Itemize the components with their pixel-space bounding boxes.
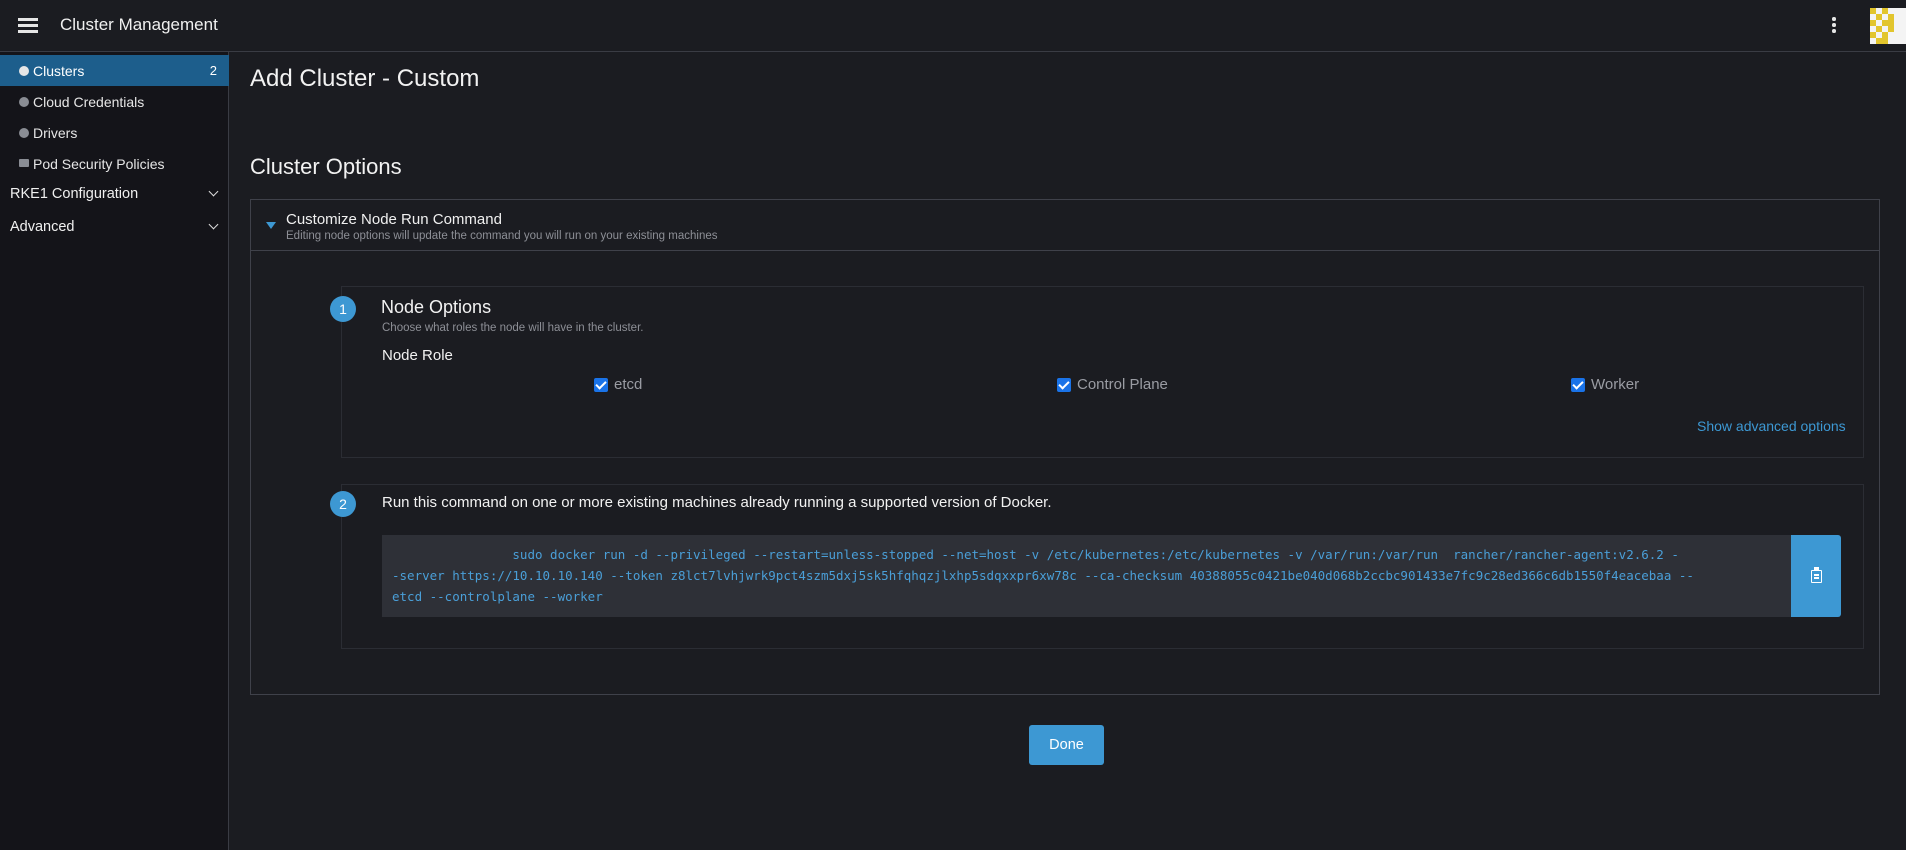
- checkbox-label: Worker: [1591, 376, 1640, 393]
- sidebar-item-label: Pod Security Policies: [33, 155, 165, 172]
- globe-icon: [19, 127, 29, 138]
- section-title: Cluster Options: [250, 154, 402, 179]
- caret-down-icon: [266, 222, 276, 229]
- clipboard-icon: [1811, 567, 1822, 583]
- checkbox-checked-icon[interactable]: [1571, 377, 1585, 392]
- sidebar-item-label: Drivers: [33, 124, 78, 141]
- customize-node-run-command-panel: Customize Node Run Command Editing node …: [250, 199, 1880, 695]
- node-options-subtitle: Choose what roles the node will have in …: [382, 322, 644, 334]
- page-title: Add Cluster - Custom: [250, 65, 480, 92]
- checkbox-checked-icon[interactable]: [1057, 377, 1071, 392]
- accordion-subtitle: Editing node options will update the com…: [286, 230, 718, 242]
- etcd-checkbox[interactable]: etcd: [594, 376, 642, 393]
- folder-icon: [19, 158, 29, 167]
- show-advanced-options-link[interactable]: Show advanced options: [1697, 418, 1846, 434]
- sidebar-item-clusters[interactable]: Clusters 2: [0, 55, 229, 86]
- checkbox-label: Control Plane: [1077, 376, 1168, 393]
- sidebar-group-label: RKE1 Configuration: [10, 186, 139, 202]
- sidebar-item-drivers[interactable]: Drivers: [0, 117, 229, 148]
- app-title: Cluster Management: [60, 15, 218, 34]
- chevron-down-icon: [208, 186, 219, 197]
- globe-icon: [19, 96, 29, 107]
- globe-icon: [19, 65, 29, 76]
- node-options-title: Node Options: [381, 297, 492, 317]
- run-command-instructions: Run this command on one or more existing…: [382, 494, 1052, 511]
- done-button[interactable]: Done: [1029, 725, 1104, 765]
- chevron-down-icon: [208, 219, 219, 230]
- command-line: sudo docker run -d --privileged --restar…: [392, 547, 1679, 562]
- checkbox-label: etcd: [614, 376, 643, 393]
- sidebar-group-rke1-configuration[interactable]: RKE1 Configuration: [0, 178, 229, 210]
- clusters-count-badge: 2: [209, 63, 217, 78]
- command-line: etcd --controlplane --worker: [392, 589, 603, 604]
- checkbox-checked-icon[interactable]: [594, 377, 608, 392]
- accordion-title: Customize Node Run Command: [286, 211, 502, 228]
- avatar[interactable]: [1870, 8, 1906, 44]
- command-code-block[interactable]: sudo docker run -d --privileged --restar…: [382, 535, 1791, 617]
- sidebar-group-advanced[interactable]: Advanced: [0, 211, 229, 243]
- sidebar-item-cloud-credentials[interactable]: Cloud Credentials: [0, 86, 229, 117]
- kebab-menu-icon[interactable]: [1828, 14, 1840, 36]
- step-number-badge: 2: [330, 491, 356, 517]
- accordion-header[interactable]: Customize Node Run Command Editing node …: [251, 200, 1879, 251]
- sidebar-item-label: Cloud Credentials: [33, 93, 145, 110]
- node-role-label: Node Role: [382, 347, 453, 364]
- sidebar-item-label: Clusters: [33, 62, 85, 79]
- command-line: -server https://10.10.10.140 --token z8l…: [392, 568, 1694, 583]
- sidebar-item-pod-security-policies[interactable]: Pod Security Policies: [0, 148, 229, 179]
- step-node-options: 1: [330, 286, 1864, 458]
- hamburger-menu-icon[interactable]: [18, 17, 38, 33]
- worker-checkbox[interactable]: Worker: [1571, 376, 1639, 393]
- step-number-badge: 1: [330, 296, 356, 322]
- copy-command-button[interactable]: [1791, 535, 1841, 617]
- top-header: Cluster Management: [0, 0, 1906, 52]
- control-plane-checkbox[interactable]: Control Plane: [1057, 376, 1168, 393]
- sidebar-group-label: Advanced: [10, 219, 75, 235]
- sidebar: Clusters 2 Cloud Credentials Drivers Pod…: [0, 52, 229, 850]
- command-text[interactable]: sudo docker run -d --privileged --restar…: [392, 544, 1694, 607]
